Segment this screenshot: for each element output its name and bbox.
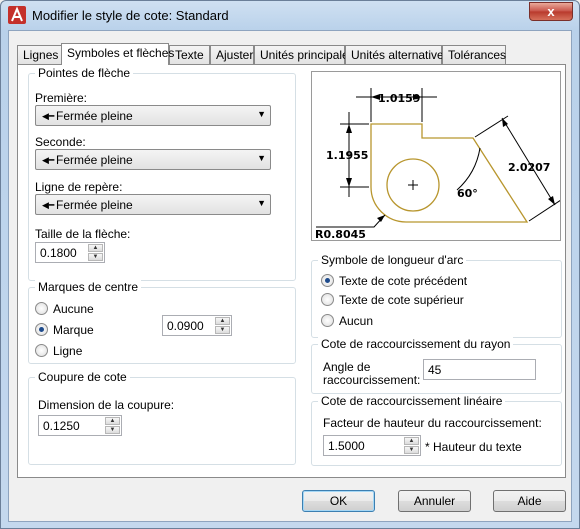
radius-jog-group: Cote de raccourcissement du rayon Angle …	[311, 337, 562, 394]
closed-filled-arrow-icon: ◀━	[42, 155, 55, 165]
help-button[interactable]: Aide	[493, 490, 566, 512]
center-marks-group: Marques de centre Aucune Marque Ligne 0.…	[28, 280, 296, 364]
close-icon: x	[547, 4, 555, 19]
chevron-down-icon: ▼	[257, 153, 266, 163]
center-marks-group-title: Marques de centre	[35, 280, 142, 294]
jog-height-factor-stepper[interactable]: 1.5000 ▲ ▼	[323, 435, 421, 456]
radio-dot	[35, 344, 48, 357]
radio-label: Aucun	[339, 314, 374, 328]
stepper-buttons: ▲ ▼	[215, 317, 230, 334]
leader-arrowhead-label: Ligne de repère:	[35, 180, 123, 194]
spin-down-icon[interactable]: ▼	[88, 253, 103, 261]
tab-symboles-et-fleches[interactable]: Symboles et flèches	[61, 43, 174, 65]
radio-label: Marque	[53, 323, 94, 337]
tab-ajuster[interactable]: Ajuster	[210, 45, 254, 64]
preview-radius: R0.8045	[315, 228, 366, 240]
spin-down-icon[interactable]: ▼	[105, 426, 120, 434]
tab-unites-principales[interactable]: Unités principales	[254, 45, 355, 64]
first-arrowhead-combo[interactable]: ◀━ Fermée pleine ▼	[35, 105, 271, 126]
preview-dim-left: 1.1955	[326, 149, 368, 162]
center-mark-line-radio[interactable]: Ligne	[35, 344, 82, 358]
title-bar[interactable]: Modifier le style de cote: Standard x	[1, 1, 579, 29]
preview-dim-top: 1.0159	[378, 92, 420, 105]
closed-filled-arrow-icon: ◀━	[42, 111, 55, 121]
radius-jog-group-title: Cote de raccourcissement du rayon	[318, 337, 514, 351]
spin-up-icon[interactable]: ▲	[215, 317, 230, 325]
break-size-stepper[interactable]: 0.1250 ▲ ▼	[38, 415, 122, 436]
chevron-down-icon: ▼	[257, 109, 266, 119]
radio-dot-selected	[35, 323, 48, 336]
center-mark-mark-radio[interactable]: Marque	[35, 323, 94, 337]
radio-dot	[35, 302, 48, 315]
center-mark-none-radio[interactable]: Aucune	[35, 302, 94, 316]
arrow-size-stepper[interactable]: 0.1800 ▲ ▼	[35, 242, 105, 263]
break-size-label: Dimension de la coupure:	[38, 398, 175, 412]
leader-arrowhead-combo[interactable]: ◀━ Fermée pleine ▼	[35, 194, 271, 215]
leader-arrowhead-value: Fermée pleine	[56, 198, 133, 212]
arc-symbol-none-radio[interactable]: Aucun	[321, 314, 373, 328]
break-size-value: 0.1250	[43, 419, 80, 433]
first-arrowhead-value: Fermée pleine	[56, 109, 133, 123]
jog-angle-input[interactable]: 45	[423, 359, 536, 380]
tab-texte[interactable]: Texte	[169, 45, 210, 64]
tab-unites-alternatives[interactable]: Unités alternatives	[345, 45, 450, 64]
arc-symbol-preceding-radio[interactable]: Texte de cote précédent	[321, 274, 467, 288]
radio-label: Ligne	[53, 344, 83, 358]
first-arrowhead-label: Première:	[35, 91, 88, 105]
spin-up-icon[interactable]: ▲	[88, 244, 103, 252]
ok-button[interactable]: OK	[302, 490, 375, 512]
radio-dot	[321, 314, 334, 327]
center-mark-size-stepper[interactable]: 0.0900 ▲ ▼	[162, 315, 232, 336]
jog-angle-value: 45	[428, 363, 442, 377]
radio-dot-selected	[321, 274, 334, 287]
tab-page-symbols-arrows: Pointes de flèche Première: ◀━ Fermée pl…	[17, 64, 566, 478]
second-arrowhead-value: Fermée pleine	[56, 153, 133, 167]
dialog-window: Modifier le style de cote: Standard x Li…	[0, 0, 580, 529]
arrowheads-group: Pointes de flèche Première: ◀━ Fermée pl…	[28, 66, 296, 281]
close-button[interactable]: x	[529, 2, 573, 21]
dimension-break-group-title: Coupure de cote	[35, 370, 130, 384]
autocad-logo-icon	[8, 6, 26, 24]
jog-height-factor-value: 1.5000	[328, 439, 365, 453]
dimension-preview: 1.0159 1.1955 2.0207 60° R0.8045	[311, 71, 562, 241]
arrowheads-group-title: Pointes de flèche	[35, 66, 134, 80]
arrow-size-value: 0.1800	[40, 246, 77, 260]
radio-label: Texte de cote supérieur	[339, 293, 464, 307]
second-arrowhead-label: Seconde:	[35, 135, 86, 149]
spin-up-icon[interactable]: ▲	[105, 417, 120, 425]
tab-tolerances[interactable]: Tolérances	[442, 45, 506, 64]
second-arrowhead-combo[interactable]: ◀━ Fermée pleine ▼	[35, 149, 271, 170]
window-title: Modifier le style de cote: Standard	[32, 8, 229, 23]
chevron-down-icon: ▼	[257, 198, 266, 208]
radio-label: Texte de cote précédent	[339, 274, 468, 288]
cancel-button[interactable]: Annuler	[398, 490, 471, 512]
arc-length-group: Symbole de longueur d'arc Texte de cote …	[311, 253, 562, 338]
preview-dim-right: 2.0207	[508, 161, 550, 174]
closed-filled-arrow-icon: ◀━	[42, 200, 55, 210]
preview-drawing: 1.0159 1.1955 2.0207 60° R0.8045	[315, 88, 562, 241]
tab-lignes[interactable]: Lignes	[17, 45, 62, 64]
linear-jog-group-title: Cote de raccourcissement linéaire	[318, 394, 506, 408]
arc-length-group-title: Symbole de longueur d'arc	[318, 253, 467, 267]
spin-up-icon[interactable]: ▲	[404, 437, 419, 445]
jog-angle-label-line2: raccourcissement:	[323, 373, 421, 387]
stepper-buttons: ▲ ▼	[88, 244, 103, 261]
radio-label: Aucune	[53, 302, 94, 316]
stepper-buttons: ▲ ▼	[404, 437, 419, 454]
jog-height-factor-label: Facteur de hauteur du raccourcissement:	[323, 416, 542, 430]
spin-down-icon[interactable]: ▼	[215, 326, 230, 334]
arrow-size-label: Taille de la flèche:	[35, 227, 131, 241]
arc-symbol-above-radio[interactable]: Texte de cote supérieur	[321, 293, 464, 307]
center-mark-size-value: 0.0900	[167, 319, 204, 333]
spin-down-icon[interactable]: ▼	[404, 446, 419, 454]
dimension-break-group: Coupure de cote Dimension de la coupure:…	[28, 370, 296, 465]
radio-dot	[321, 293, 334, 306]
stepper-buttons: ▲ ▼	[105, 417, 120, 434]
text-height-suffix: * Hauteur du texte	[425, 440, 522, 454]
dialog-client: Lignes Symboles et flèches Texte Ajuster…	[8, 30, 572, 522]
preview-angle: 60°	[457, 187, 478, 200]
jog-angle-label-line1: Angle de	[323, 360, 371, 374]
part-outline	[370, 123, 529, 223]
linear-jog-group: Cote de raccourcissement linéaire Facteu…	[311, 394, 562, 466]
